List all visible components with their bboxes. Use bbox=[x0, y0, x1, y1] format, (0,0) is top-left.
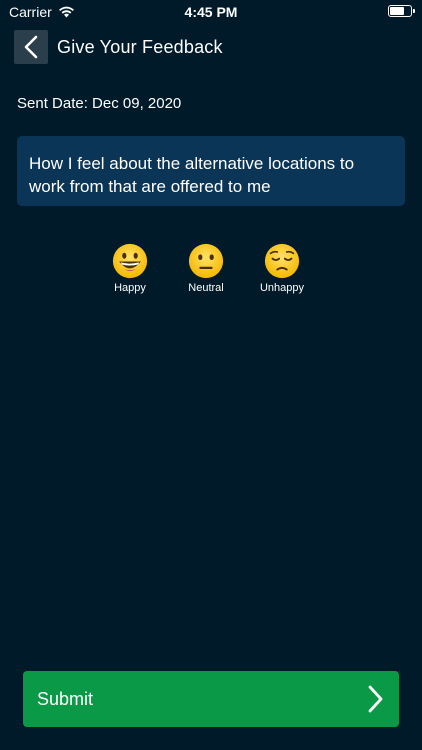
chevron-right-icon bbox=[368, 685, 383, 713]
status-time: 4:45 PM bbox=[184, 4, 238, 20]
sent-date: Sent Date: Dec 09, 2020 bbox=[17, 95, 182, 112]
grinning-face-icon bbox=[112, 243, 148, 279]
emoji-option-neutral[interactable]: Neutral bbox=[171, 242, 241, 294]
page-title: Give Your Feedback bbox=[57, 36, 223, 57]
emoji-label-unhappy: Unhappy bbox=[259, 282, 305, 294]
emoji-label-happy: Happy bbox=[114, 282, 146, 294]
emoji-option-unhappy[interactable]: Unhappy bbox=[247, 242, 317, 294]
chevron-left-icon bbox=[24, 35, 38, 59]
battery-icon bbox=[388, 5, 415, 17]
submit-button[interactable]: Submit bbox=[23, 671, 399, 727]
status-bar: Carrier 4:45 PM bbox=[0, 0, 422, 24]
emoji-rating-row: Happy Neutral Unhappy bbox=[0, 242, 422, 302]
pensive-face-icon bbox=[264, 243, 300, 279]
back-button[interactable] bbox=[14, 30, 48, 64]
battery-level bbox=[390, 7, 404, 15]
neutral-face-icon bbox=[188, 243, 224, 279]
submit-label: Submit bbox=[37, 688, 94, 709]
emoji-label-neutral: Neutral bbox=[188, 282, 224, 294]
nav-bar: Give Your Feedback bbox=[14, 29, 408, 65]
emoji-option-happy[interactable]: Happy bbox=[95, 242, 165, 294]
question-card: How I feel about the alternative locatio… bbox=[17, 136, 405, 206]
question-text: How I feel about the alternative locatio… bbox=[29, 154, 355, 196]
